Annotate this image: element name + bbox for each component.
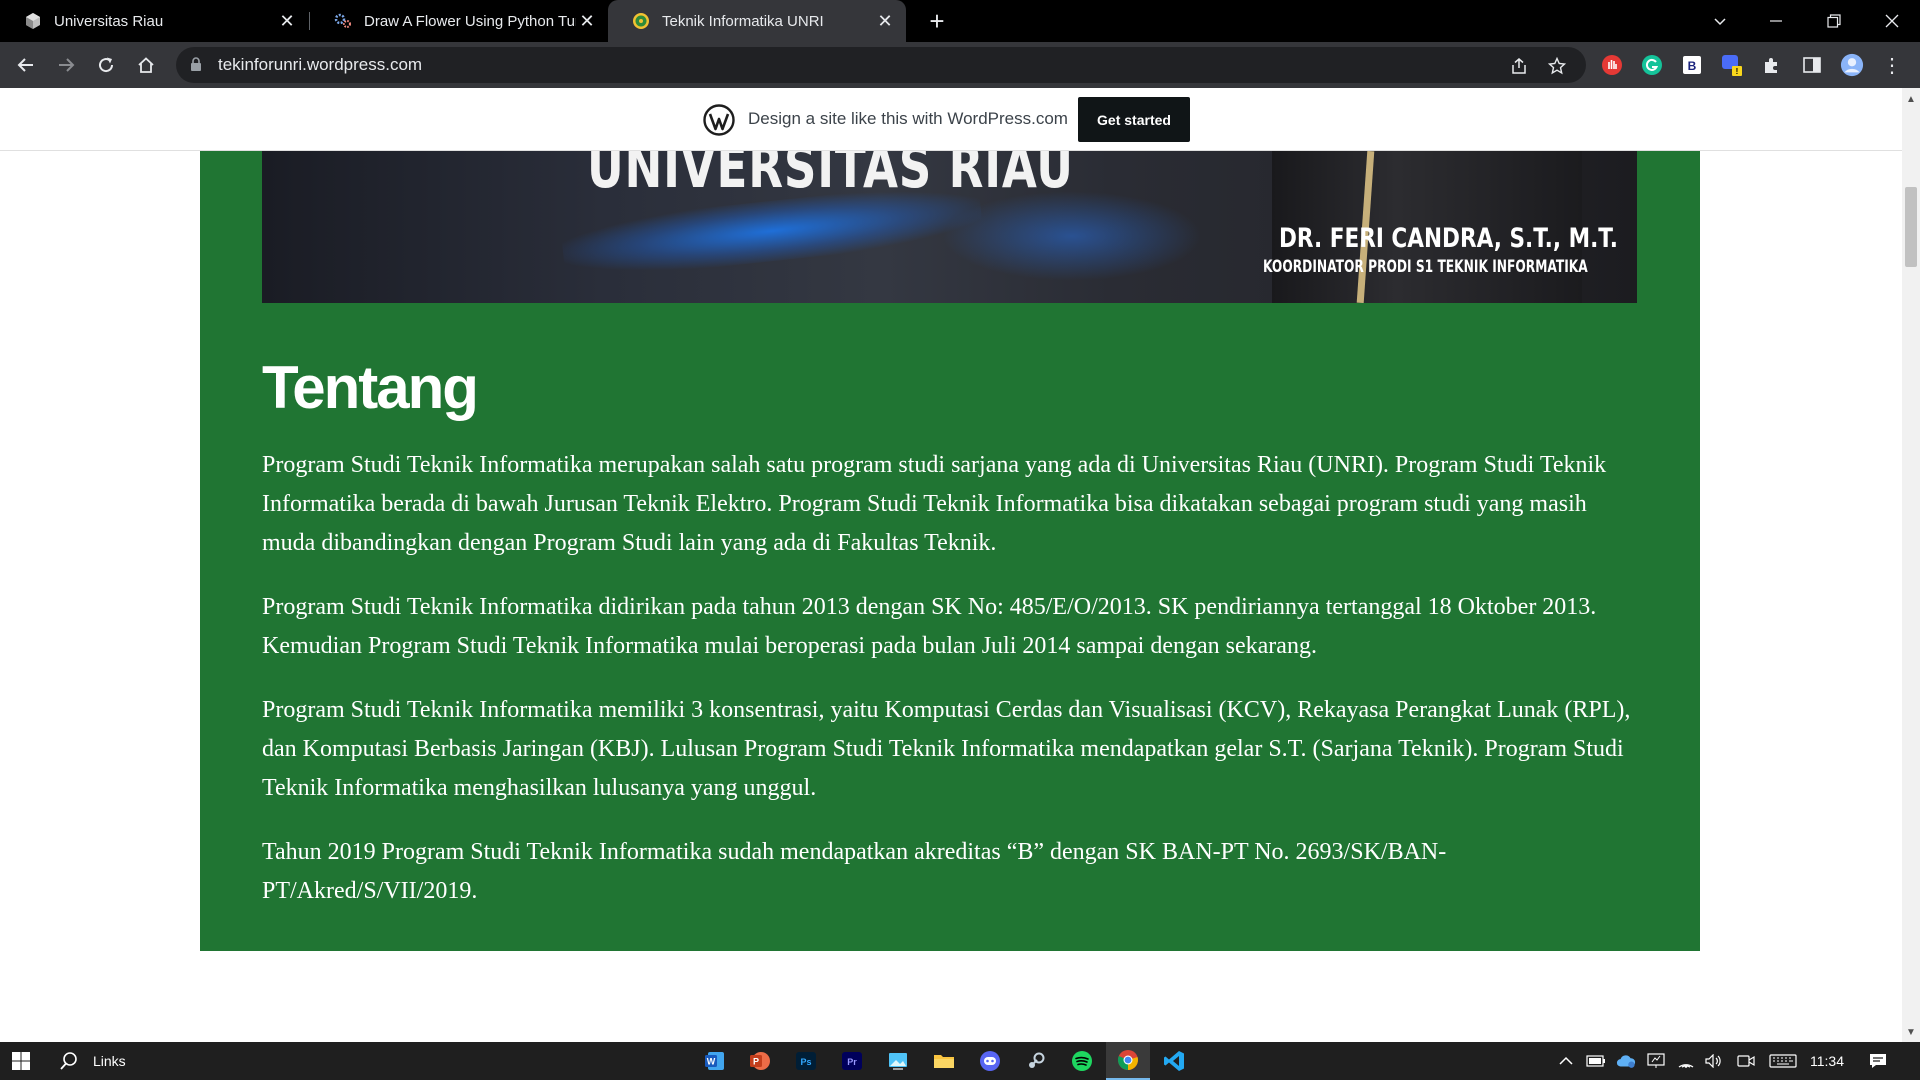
- steam-icon[interactable]: [1014, 1042, 1058, 1080]
- page-scrollbar[interactable]: ▲ ▼: [1902, 88, 1920, 1042]
- minimize-button[interactable]: [1748, 0, 1804, 42]
- hero-image: UNIVERSITAS RIAU DR. FERI CANDRA, S.T., …: [262, 151, 1637, 303]
- taskbar-clock[interactable]: 11:34: [1810, 1042, 1844, 1080]
- b-extension-icon[interactable]: B: [1680, 53, 1704, 77]
- meet-now-icon[interactable]: [1736, 1052, 1756, 1070]
- paragraph: Program Studi Teknik Informatika didirik…: [262, 594, 1597, 659]
- svg-text:Pr: Pr: [847, 1057, 857, 1067]
- spotify-icon[interactable]: [1060, 1042, 1104, 1080]
- tab-universitas-riau[interactable]: Universitas Riau ✕: [0, 0, 308, 42]
- home-button[interactable]: [130, 49, 162, 81]
- taskbar-search-label[interactable]: Links: [93, 1042, 126, 1080]
- file-explorer-icon[interactable]: [922, 1042, 966, 1080]
- side-panel-icon[interactable]: [1800, 53, 1824, 77]
- discord-icon[interactable]: [968, 1042, 1012, 1080]
- page-content: UNIVERSITAS RIAU DR. FERI CANDRA, S.T., …: [0, 151, 1902, 1042]
- tab-teknik-informatika[interactable]: Teknik Informatika UNRI ✕: [608, 0, 906, 42]
- touch-keyboard-icon[interactable]: [1768, 1052, 1798, 1070]
- wordpress-promo-text: Design a site like this with WordPress.c…: [748, 109, 1068, 128]
- forward-button[interactable]: [50, 49, 82, 81]
- vscode-icon[interactable]: [1152, 1042, 1196, 1080]
- search-icon[interactable]: [54, 1047, 84, 1075]
- scroll-up-arrow-icon[interactable]: ▲: [1906, 94, 1916, 105]
- menu-kebab-icon[interactable]: ⋮: [1880, 53, 1904, 77]
- notifications-icon[interactable]: [1868, 1052, 1888, 1070]
- extensions-puzzle-icon[interactable]: [1760, 53, 1784, 77]
- back-button[interactable]: [10, 49, 42, 81]
- show-hidden-icons-chevron-icon[interactable]: [1556, 1052, 1576, 1070]
- wordpress-banner: Design a site like this with WordPress.c…: [0, 88, 1902, 151]
- wordpress-logo-icon[interactable]: [703, 104, 735, 141]
- volume-icon[interactable]: [1704, 1052, 1724, 1070]
- about-section: UNIVERSITAS RIAU DR. FERI CANDRA, S.T., …: [200, 151, 1700, 951]
- paragraph: Tahun 2019 Program Studi Teknik Informat…: [262, 839, 1447, 904]
- tab-title: Universitas Riau: [54, 12, 164, 30]
- share-icon[interactable]: [1508, 55, 1530, 77]
- photoshop-icon[interactable]: Ps: [784, 1042, 828, 1080]
- powerpoint-icon[interactable]: P: [738, 1042, 782, 1080]
- svg-text:B: B: [1688, 59, 1697, 73]
- section-heading: Tentang: [262, 354, 479, 421]
- close-window-button[interactable]: [1864, 0, 1920, 42]
- tab-strip: Universitas Riau ✕ Draw A Flower Using P…: [0, 0, 1920, 42]
- network-monitor-icon[interactable]: [1646, 1052, 1666, 1070]
- hero-headline: UNIVERSITAS RIAU: [587, 151, 1074, 201]
- close-tab-icon[interactable]: ✕: [576, 10, 598, 32]
- hero-light-glow: [942, 191, 1202, 281]
- close-tab-icon[interactable]: ✕: [874, 10, 896, 32]
- onedrive-cloud-icon[interactable]: [1616, 1052, 1636, 1070]
- url-text: tekinforunri.wordpress.com: [218, 55, 423, 74]
- translate-extension-icon[interactable]: !: [1720, 53, 1744, 77]
- word-icon[interactable]: W: [693, 1042, 737, 1080]
- svg-text:Ps: Ps: [800, 1057, 811, 1067]
- paragraph: Program Studi Teknik Informatika memilik…: [262, 697, 1631, 801]
- restore-button[interactable]: [1806, 0, 1862, 42]
- reload-button[interactable]: [90, 49, 122, 81]
- windows-start-icon[interactable]: [6, 1047, 36, 1075]
- tab-search-icon[interactable]: [1692, 0, 1748, 42]
- scroll-down-arrow-icon[interactable]: ▼: [1906, 1027, 1916, 1038]
- lock-icon[interactable]: [190, 57, 202, 77]
- battery-icon[interactable]: [1586, 1052, 1606, 1070]
- wifi-icon[interactable]: [1676, 1052, 1696, 1070]
- tab-draw-a-flower[interactable]: Draw A Flower Using Python Turt ✕: [310, 0, 608, 42]
- windows-taskbar: Links W P Ps Pr 11:34: [0, 1042, 1920, 1080]
- hand-extension-icon[interactable]: [1600, 53, 1624, 77]
- hero-person-name: DR. FERI CANDRA, S.T., M.T.: [1279, 223, 1618, 254]
- chrome-icon[interactable]: [1106, 1042, 1150, 1080]
- grammarly-icon[interactable]: [1640, 53, 1664, 77]
- new-tab-button[interactable]: +: [922, 6, 952, 36]
- address-bar[interactable]: tekinforunri.wordpress.com: [176, 47, 1586, 83]
- svg-text:!: !: [1736, 67, 1739, 76]
- bookmark-star-icon[interactable]: [1546, 55, 1568, 77]
- svg-text:W: W: [707, 1057, 716, 1067]
- svg-text:P: P: [753, 1057, 759, 1067]
- unri-logo-icon: [632, 12, 650, 30]
- get-started-button[interactable]: Get started: [1078, 97, 1190, 142]
- profile-avatar-icon[interactable]: [1840, 53, 1864, 77]
- hero-person-role: KOORDINATOR PRODI S1 TEKNIK INFORMATIKA: [1263, 257, 1588, 277]
- photos-app-icon[interactable]: [876, 1042, 920, 1080]
- scrollbar-thumb[interactable]: [1905, 187, 1917, 267]
- tab-title: Teknik Informatika UNRI: [662, 12, 824, 30]
- close-tab-icon[interactable]: ✕: [276, 10, 298, 32]
- cube-icon: [24, 12, 42, 30]
- gears-icon: [334, 12, 352, 30]
- premiere-icon[interactable]: Pr: [830, 1042, 874, 1080]
- tab-title: Draw A Flower Using Python Turt: [364, 12, 576, 30]
- browser-toolbar: tekinforunri.wordpress.com B ! ⋮: [0, 42, 1920, 88]
- paragraph: Program Studi Teknik Informatika merupak…: [262, 452, 1607, 556]
